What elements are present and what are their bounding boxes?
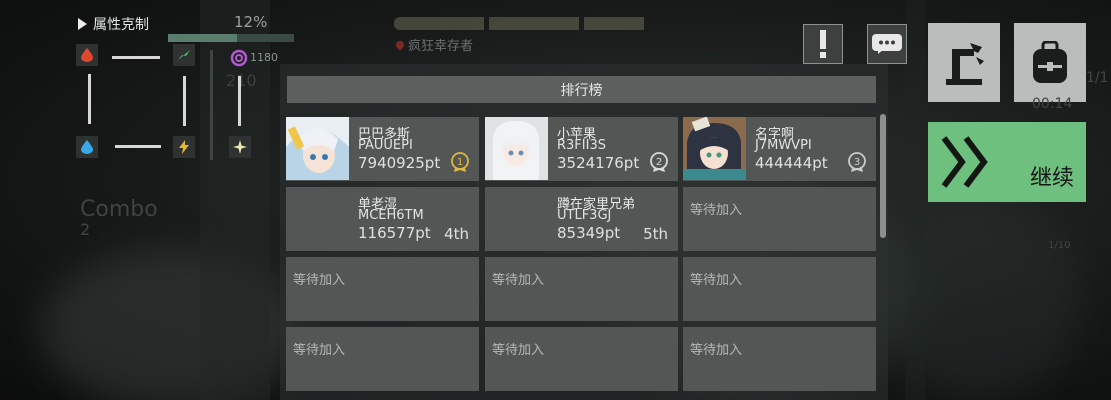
alert-button[interactable] [803,24,843,64]
side-counter: 1/10 [1048,240,1071,251]
player-id: R3FII3S [557,138,606,153]
continue-label: 继续 [1029,166,1074,191]
arrow-right [112,56,160,59]
waiting-label: 等待加入 [492,343,545,358]
sparkle-icon [229,136,251,158]
survivor-label: 疯狂幸存者 [408,39,474,54]
leaderboard-entry-5[interactable]: 蹲在家里兄弟 UTLF3GJ 85349pt 5th [485,187,678,251]
survivor-status: 疯狂幸存者 [394,35,474,54]
svg-text:2: 2 [656,157,662,168]
hp-bar [168,34,294,42]
leaderboard-empty-slot[interactable]: 等待加入 [683,327,876,391]
waiting-label: 等待加入 [690,273,743,288]
lightning-icon [173,136,195,158]
progress-segment-1 [394,17,484,30]
fire-drop-icon [76,44,98,66]
progress-percent: 12% [234,13,268,31]
combo-label: Combo [80,197,158,222]
waiting-label: 等待加入 [293,343,346,358]
silver-medal-icon: 2 [650,152,668,172]
leaderboard-title: 排行榜 [287,76,876,103]
leaderboard-entry-1[interactable]: 巴巴多斯 PAUUEPI 7940925pt 1 [286,117,479,181]
divider [210,50,213,160]
leaderboard-entry-3[interactable]: 名字啊 J7MWVPI 444444pt 3 [683,117,876,181]
avatar [286,117,349,180]
avatar [683,117,746,180]
player-id: MCEH6TM [358,208,424,223]
workshop-button[interactable] [928,23,1000,102]
leaderboard-entry-4[interactable]: 单老湿 MCEH6TM 116577pt 4th [286,187,479,251]
exclamation-icon [820,30,826,58]
player-rank: 5th [643,225,668,243]
leaderboard-empty-slot[interactable]: 等待加入 [485,327,678,391]
arrow-left [115,145,161,148]
side-count: 1/1 [1086,70,1109,86]
svg-text:3: 3 [854,157,860,168]
blood-drop-icon [394,38,406,51]
waiting-label: 等待加入 [690,203,743,218]
combo-value: 2 [80,220,91,239]
play-triangle-icon [78,18,87,30]
gold-medal-icon: 1 [451,152,469,172]
wind-leaf-icon [173,44,195,66]
leaderboard-empty-slot[interactable]: 等待加入 [683,187,876,251]
hp-value: 1180 [250,51,278,64]
leaderboard-empty-slot[interactable]: 等待加入 [683,257,876,321]
leaderboard-empty-slot[interactable]: 等待加入 [286,257,479,321]
waiting-label: 等待加入 [690,343,743,358]
skill-value: 210 [226,71,257,90]
arrow-down [183,76,186,126]
robot-arm-icon [946,42,984,85]
element-counter-title[interactable]: 属性克制 [78,14,149,34]
player-score: 85349pt [557,224,621,242]
progress-segment-3 [584,17,644,30]
avatar [485,117,548,180]
backpack-button[interactable] [1014,23,1086,102]
player-id: UTLF3GJ [557,208,612,223]
progress-segment-2 [489,17,579,30]
vortex-icon [229,48,249,68]
arrow-up [88,74,91,124]
player-score: 444444pt [755,154,828,172]
player-rank: 4th [444,225,469,243]
arrow-down-2 [238,76,241,126]
leaderboard-entry-2[interactable]: 小苹果 R3FII3S 3524176pt 2 [485,117,678,181]
player-score: 7940925pt [358,154,441,172]
leaderboard-empty-slot[interactable]: 等待加入 [485,257,678,321]
continue-button[interactable]: 继续 [928,122,1086,202]
svg-text:1: 1 [457,157,463,168]
leaderboard-empty-slot[interactable]: 等待加入 [286,327,479,391]
chat-bubble-icon [872,34,902,54]
side-time: 00:14 [1032,96,1073,112]
bronze-medal-icon: 3 [848,152,866,172]
element-counter-label: 属性克制 [93,17,149,33]
chat-button[interactable] [867,24,907,64]
waiting-label: 等待加入 [492,273,545,288]
player-score: 3524176pt [557,154,640,172]
waiting-label: 等待加入 [293,273,346,288]
double-chevron-icon [941,136,988,188]
player-id: J7MWVPI [755,138,812,153]
leaderboard-scrollbar[interactable] [880,114,886,238]
player-id: PAUUEPI [358,138,413,153]
backpack-icon [1033,40,1067,83]
player-score: 116577pt [358,224,431,242]
water-drop-icon [76,136,98,158]
